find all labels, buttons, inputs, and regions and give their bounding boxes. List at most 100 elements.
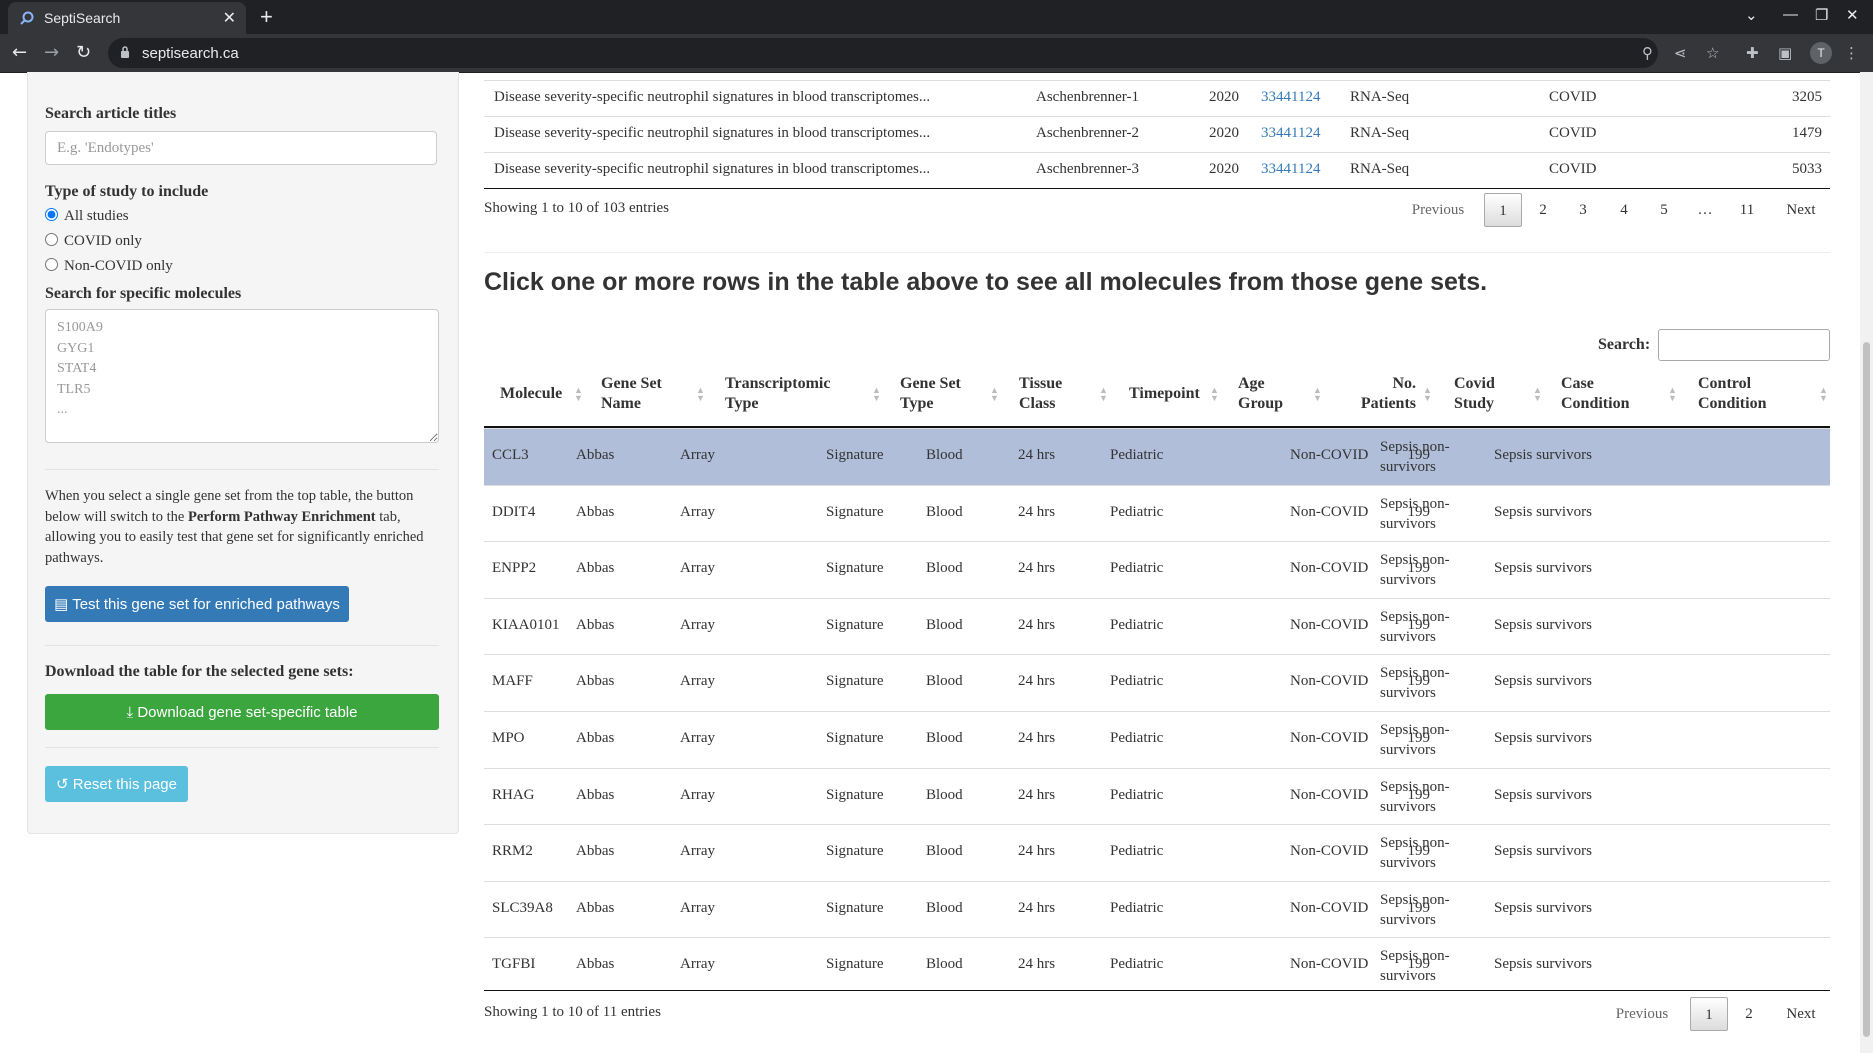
tab-search-chevron-icon[interactable]: ⌄ xyxy=(1745,6,1758,24)
pager-page-11[interactable]: 11 xyxy=(1728,193,1766,227)
radio-covid-only-input[interactable] xyxy=(45,233,58,246)
radio-non-covid-only-input[interactable] xyxy=(45,258,58,271)
pmid-link[interactable]: 33441124 xyxy=(1261,89,1320,105)
cell-control-condition: Sepsis survivors xyxy=(1494,447,1592,463)
cell-age-group: Pediatric xyxy=(1110,447,1164,463)
test-enriched-pathways-label: Test this gene set for enriched pathways xyxy=(72,596,340,613)
table-row[interactable]: MAFF Abbas Array Signature Blood 24 hrs Pediat… xyxy=(484,654,1830,711)
share-icon[interactable]: ⋖ xyxy=(1674,44,1687,62)
bookmark-star-icon[interactable]: ☆ xyxy=(1706,44,1719,62)
side-panel-icon[interactable]: ▣ xyxy=(1778,44,1792,62)
table-row[interactable]: Disease severity-specific neutrophil sig… xyxy=(484,152,1830,189)
table-row[interactable]: RRM2 Abbas Array Signature Blood 24 hrs Pediat… xyxy=(484,824,1830,881)
bottom-table-pagination: Previous 1 2 Next xyxy=(1610,997,1830,1033)
case-condition-line: survivors xyxy=(1380,628,1436,645)
cell-age-group: Pediatric xyxy=(1110,730,1164,746)
cell-age-group: Pediatric xyxy=(1110,560,1164,577)
table-row[interactable]: SLC39A8 Abbas Array Signature Blood 24 hrs Ped… xyxy=(484,880,1830,938)
table-row[interactable]: RHAG Abbas Array Signature Blood 24 hrs Pediat… xyxy=(484,767,1830,825)
sort-icon: ▲ ▼ xyxy=(574,385,583,403)
pager-page-1[interactable]: 1 xyxy=(1690,997,1728,1031)
col-header-no-patients[interactable]: No. Patients xyxy=(1361,374,1416,414)
cell-gene-set-name: Abbas xyxy=(576,786,615,803)
pager-page-4[interactable]: 4 xyxy=(1605,193,1643,227)
reset-page-button[interactable]: ↺ Reset this page xyxy=(45,766,188,802)
profile-avatar[interactable]: T xyxy=(1810,42,1832,64)
search-titles-input[interactable] xyxy=(45,131,437,165)
table-row[interactable]: CCL3 Abbas Array Signature Blood 24 hrs Pediat… xyxy=(484,428,1830,485)
cell-molecule: RRM2 xyxy=(492,843,533,860)
browser-tab[interactable]: SeptiSearch ✕ xyxy=(8,2,246,34)
case-condition-line: Sepsis non- xyxy=(1380,608,1450,625)
col-header-gene-set-type[interactable]: Gene Set Type xyxy=(900,374,961,414)
col-header-transcriptomic-type[interactable]: Transcriptomic Type xyxy=(725,374,830,414)
pager-previous[interactable]: Previous xyxy=(1610,997,1674,1031)
pager-next[interactable]: Next xyxy=(1776,193,1826,227)
sort-icon: ▲ ▼ xyxy=(1313,385,1322,403)
radio-covid-only[interactable]: COVID only xyxy=(45,233,142,250)
cell-transcriptomic-type: Array xyxy=(680,616,715,633)
molecules-textarea[interactable] xyxy=(45,309,439,443)
radio-all-studies[interactable]: All studies xyxy=(45,208,129,225)
col-header-case-condition[interactable]: Case Condition xyxy=(1561,374,1629,414)
pager-page-2[interactable]: 2 xyxy=(1524,193,1562,227)
pager-page-5[interactable]: 5 xyxy=(1645,193,1683,227)
omnibox[interactable]: septisearch.ca xyxy=(108,38,1658,68)
col-header-gene-set-name[interactable]: Gene Set Name xyxy=(601,374,662,414)
article-title: Disease severity-specific neutrophil sig… xyxy=(494,89,931,105)
pager-page-3[interactable]: 3 xyxy=(1564,193,1602,227)
cell-transcriptomic-type: Array xyxy=(680,560,715,577)
forward-icon[interactable]: → xyxy=(44,42,59,63)
cell-timepoint: 24 hrs xyxy=(1018,730,1056,746)
table-row[interactable]: Disease severity-specific neutrophil sig… xyxy=(484,116,1830,153)
radio-all-studies-input[interactable] xyxy=(45,208,58,221)
col-header-age-group[interactable]: Age Group xyxy=(1238,374,1283,414)
year: 2020 xyxy=(1209,125,1239,141)
pmid-link[interactable]: 33441124 xyxy=(1261,161,1320,177)
menu-kebab-icon[interactable]: ⋮ xyxy=(1844,44,1859,62)
pager-page-2[interactable]: 2 xyxy=(1730,997,1768,1031)
pmid-link[interactable]: 33441124 xyxy=(1261,125,1320,141)
minimize-icon[interactable]: — xyxy=(1783,6,1798,23)
radio-non-covid-only[interactable]: Non-COVID only xyxy=(45,258,173,275)
cell-case-condition: Sepsis non-survivors xyxy=(1380,720,1450,760)
table-row[interactable]: DDIT4 Abbas Array Signature Blood 24 hrs Pedia… xyxy=(484,484,1830,542)
molecule-search-input[interactable] xyxy=(1658,329,1830,361)
tab-close-icon[interactable]: ✕ xyxy=(223,8,236,28)
covid-study: COVID xyxy=(1549,125,1597,141)
scrollbar-thumb[interactable] xyxy=(1863,342,1870,1037)
page-scrollbar[interactable] xyxy=(1860,72,1873,1053)
col-header-covid-study[interactable]: Covid Study xyxy=(1454,374,1495,414)
test-enriched-pathways-button[interactable]: ▤ Test this gene set for enriched pathwa… xyxy=(45,586,349,622)
table-row[interactable]: KIAA0101 Abbas Array Signature Blood 24 hrs Pe… xyxy=(484,597,1830,655)
back-icon[interactable]: ← xyxy=(12,42,27,63)
download-table-label: Download gene set-specific table xyxy=(137,704,358,721)
col-header-tissue-class[interactable]: Tissue Class xyxy=(1019,374,1062,414)
cell-gene-set-name: Abbas xyxy=(576,616,615,633)
pager-previous[interactable]: Previous xyxy=(1406,193,1470,227)
cell-timepoint: 24 hrs xyxy=(1018,843,1056,860)
close-window-icon[interactable]: ✕ xyxy=(1846,6,1859,24)
case-condition-line: survivors xyxy=(1380,572,1436,589)
table-row[interactable]: TGFBI Abbas Array Signature Blood 24 hrs Pedia… xyxy=(484,937,1830,994)
reload-icon[interactable]: ↻ xyxy=(76,42,91,63)
zoom-icon[interactable]: ⚲ xyxy=(1642,44,1653,62)
year: 2020 xyxy=(1209,89,1239,105)
divider xyxy=(45,645,439,646)
new-tab-icon[interactable]: + xyxy=(260,4,273,30)
col-header-timepoint[interactable]: Timepoint xyxy=(1129,384,1200,404)
table-row[interactable]: MPO Abbas Array Signature Blood 24 hrs Pediatr… xyxy=(484,711,1830,768)
molecule-search-label: Search: xyxy=(1598,336,1651,353)
extensions-icon[interactable]: ✚ xyxy=(1746,44,1759,62)
col-header-molecule[interactable]: Molecule xyxy=(500,384,562,404)
cell-covid-study: Non-COVID xyxy=(1290,503,1369,520)
table-row[interactable]: Disease severity-specific neutrophil sig… xyxy=(484,80,1830,117)
download-table-button[interactable]: ⤓ Download gene set-specific table xyxy=(45,694,439,730)
table-row[interactable]: ENPP2 Abbas Array Signature Blood 24 hrs Pedia… xyxy=(484,541,1830,598)
pager-page-1[interactable]: 1 xyxy=(1484,193,1522,227)
sort-icon: ▲ ▼ xyxy=(1099,385,1108,403)
col-header-control-condition[interactable]: Control Condition xyxy=(1698,374,1766,414)
restore-icon[interactable]: ❐ xyxy=(1815,6,1828,24)
pager-next[interactable]: Next xyxy=(1774,997,1828,1031)
cell-gene-set-type: Signature xyxy=(826,786,884,803)
